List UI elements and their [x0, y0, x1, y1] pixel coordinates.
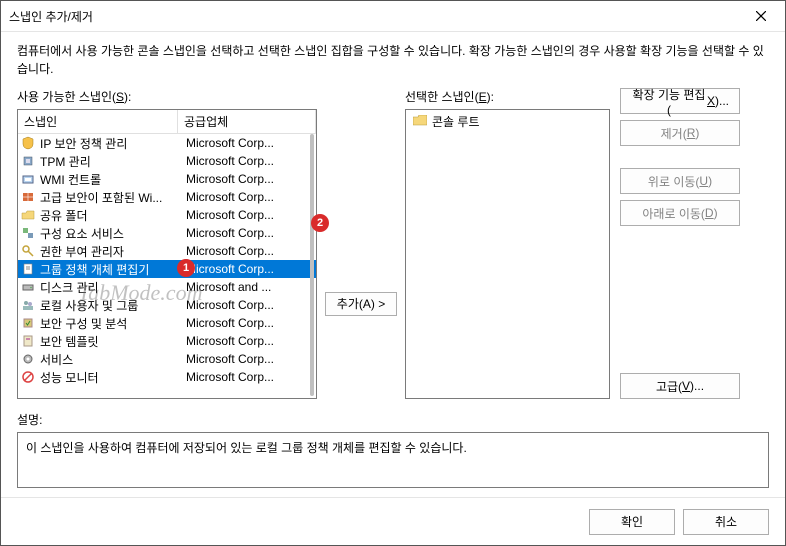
cancel-button[interactable]: 취소: [683, 509, 769, 535]
gear-icon: [20, 351, 36, 367]
list-item[interactable]: 성능 모니터Microsoft Corp...: [18, 368, 316, 386]
snapin-name: 보안 구성 및 분석: [38, 315, 180, 332]
selected-label: 선택한 스냅인(E):: [405, 88, 610, 105]
list-header[interactable]: 스냅인 공급업체: [18, 110, 316, 134]
close-icon: [756, 11, 766, 21]
titlebar: 스냅인 추가/제거: [1, 1, 785, 31]
edit-extensions-button[interactable]: 확장 기능 편집(X)...: [620, 88, 740, 114]
snapin-vendor: Microsoft Corp...: [180, 154, 316, 168]
snapin-vendor: Microsoft Corp...: [180, 370, 316, 384]
shield-icon: [20, 135, 36, 151]
available-snapins-list[interactable]: 스냅인 공급업체 IP 보안 정책 관리Microsoft Corp...TPM…: [17, 109, 317, 399]
snapin-vendor: Microsoft Corp...: [180, 172, 316, 186]
annotation-badge-2: 2: [311, 214, 329, 232]
snapin-vendor: Microsoft Corp...: [180, 136, 316, 150]
snapin-vendor: Microsoft Corp...: [180, 334, 316, 348]
snapin-name: 고급 보안이 포함된 Wi...: [38, 189, 180, 206]
snapin-name: WMI 컨트롤: [38, 171, 180, 188]
move-down-button[interactable]: 아래로 이동(D): [620, 200, 740, 226]
list-item[interactable]: WMI 컨트롤Microsoft Corp...: [18, 170, 316, 188]
description-frame: 이 스냅인을 사용하여 컴퓨터에 저장되어 있는 로컬 그룹 정책 개체를 편집…: [17, 432, 769, 488]
available-label: 사용 가능한 스냅인(S):: [17, 88, 317, 105]
col-vendor[interactable]: 공급업체: [178, 110, 316, 133]
dialog-description: 컴퓨터에서 사용 가능한 콘솔 스냅인을 선택하고 선택한 스냅인 집합을 구성…: [17, 42, 769, 78]
snapin-vendor: Microsoft Corp...: [180, 316, 316, 330]
add-button[interactable]: 추가(A) >: [325, 292, 397, 316]
snapin-dialog: 스냅인 추가/제거 컴퓨터에서 사용 가능한 콘솔 스냅인을 선택하고 선택한 …: [0, 0, 786, 546]
component-icon: [20, 225, 36, 241]
list-item[interactable]: 고급 보안이 포함된 Wi...Microsoft Corp...: [18, 188, 316, 206]
users-icon: [20, 297, 36, 313]
list-item[interactable]: 서비스Microsoft Corp...: [18, 350, 316, 368]
snapin-name: 보안 템플릿: [38, 333, 180, 350]
list-item[interactable]: TPM 관리Microsoft Corp...: [18, 152, 316, 170]
snapin-vendor: Microsoft Corp...: [180, 244, 316, 258]
list-item[interactable]: IP 보안 정책 관리Microsoft Corp...: [18, 134, 316, 152]
doc-icon: [20, 261, 36, 277]
snapin-vendor: Microsoft Corp...: [180, 190, 316, 204]
list-item[interactable]: 보안 템플릿Microsoft Corp...: [18, 332, 316, 350]
snapin-name: 디스크 관리: [38, 279, 180, 296]
sectempl-icon: [20, 333, 36, 349]
close-button[interactable]: [745, 4, 777, 28]
key-icon: [20, 243, 36, 259]
firewall-icon: [20, 189, 36, 205]
description-label: 설명:: [17, 411, 769, 428]
perf-icon: [20, 369, 36, 385]
scrollbar[interactable]: [310, 134, 314, 396]
window-title: 스냅인 추가/제거: [9, 8, 745, 25]
snapin-name: 구성 요소 서비스: [38, 225, 180, 242]
snapin-name: 로컬 사용자 및 그룹: [38, 297, 180, 314]
snapin-name: 권한 부여 관리자: [38, 243, 180, 260]
snapin-name: 성능 모니터: [38, 369, 180, 386]
snapin-vendor: Microsoft and ...: [180, 280, 316, 294]
snapin-vendor: Microsoft Corp...: [180, 262, 316, 276]
tree-root-item[interactable]: 콘솔 루트: [408, 112, 607, 130]
snapin-vendor: Microsoft Corp...: [180, 226, 316, 240]
snapin-vendor: Microsoft Corp...: [180, 352, 316, 366]
annotation-badge-1: 1: [177, 259, 195, 277]
folder-share-icon: [20, 207, 36, 223]
chip-icon: [20, 153, 36, 169]
remove-button[interactable]: 제거(R): [620, 120, 740, 146]
description-text: 이 스냅인을 사용하여 컴퓨터에 저장되어 있는 로컬 그룹 정책 개체를 편집…: [26, 441, 467, 455]
ok-button[interactable]: 확인: [589, 509, 675, 535]
list-item[interactable]: 공유 폴더Microsoft Corp...: [18, 206, 316, 224]
secdb-icon: [20, 315, 36, 331]
col-snapin[interactable]: 스냅인: [18, 110, 178, 133]
list-item[interactable]: 구성 요소 서비스Microsoft Corp...: [18, 224, 316, 242]
snapin-vendor: Microsoft Corp...: [180, 298, 316, 312]
snapin-name: 서비스: [38, 351, 180, 368]
snapin-name: TPM 관리: [38, 153, 180, 170]
folder-icon: [412, 113, 428, 129]
dialog-footer: 확인 취소: [1, 497, 785, 545]
wmi-icon: [20, 171, 36, 187]
snapin-name: 그룹 정책 개체 편집기: [38, 261, 180, 278]
list-item[interactable]: 그룹 정책 개체 편집기Microsoft Corp...: [18, 260, 316, 278]
advanced-button[interactable]: 고급(V)...: [620, 373, 740, 399]
tree-root-label: 콘솔 루트: [432, 113, 480, 130]
snapin-vendor: Microsoft Corp...: [180, 208, 316, 222]
list-item[interactable]: 디스크 관리Microsoft and ...: [18, 278, 316, 296]
selected-snapins-tree[interactable]: 콘솔 루트: [405, 109, 610, 399]
list-item[interactable]: 권한 부여 관리자Microsoft Corp...: [18, 242, 316, 260]
disk-icon: [20, 279, 36, 295]
move-up-button[interactable]: 위로 이동(U): [620, 168, 740, 194]
list-item[interactable]: 로컬 사용자 및 그룹Microsoft Corp...: [18, 296, 316, 314]
snapin-name: 공유 폴더: [38, 207, 180, 224]
list-item[interactable]: 보안 구성 및 분석Microsoft Corp...: [18, 314, 316, 332]
snapin-name: IP 보안 정책 관리: [38, 135, 180, 152]
